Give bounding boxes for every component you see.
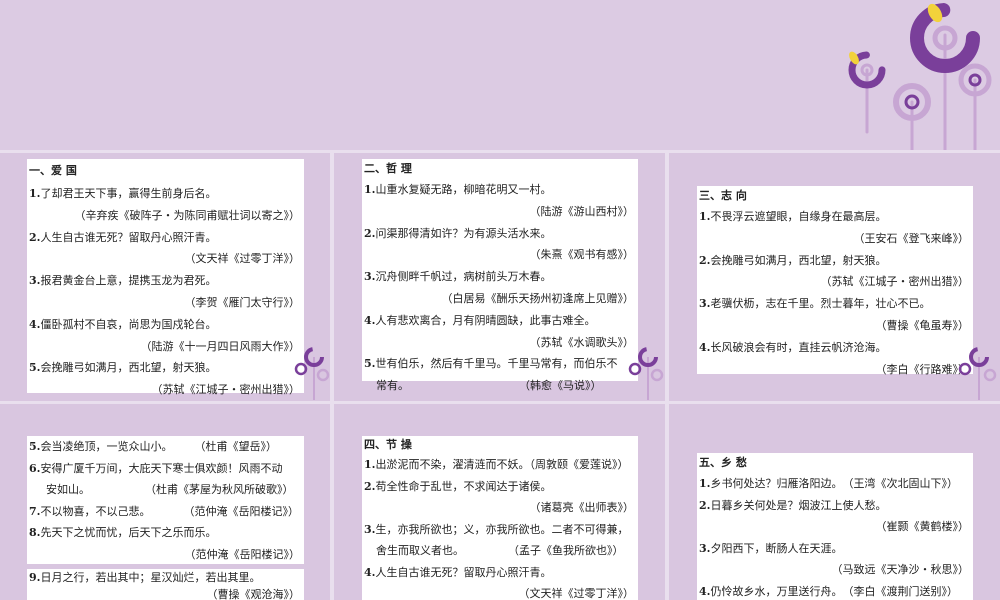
panel-philosophy: 二、哲 理 1.山重水复疑无路，柳暗花明又一村。 （陆游《游山西村》） 2.问渠… — [362, 159, 638, 392]
verse-source: （崔颢《黄鹤楼》） — [875, 520, 970, 533]
verse-line: 2.人生自古谁无死？留取丹心照汗青。 — [29, 230, 217, 244]
panel-integrity: 四、节 操 1.出淤泥而不染，濯清涟而不妖。（周敦颐《爱莲说》） 2.苟全性命于… — [362, 436, 638, 600]
flower-circle-decoration-icon — [628, 347, 664, 400]
section-heading: 四、节 操 — [364, 438, 412, 451]
verse-line: 8.先天下之忧而忧，后天下之乐而乐。 — [29, 526, 217, 539]
verse-line: 4.长风破浪会有时，直挂云帆济沧海。 — [699, 340, 887, 354]
verse-line: 1.不畏浮云遮望眼，自缘身在最高层。 — [699, 210, 887, 223]
verse-line: 2.苟全性命于乱世，不求闻达于诸侯。 — [364, 479, 552, 493]
verse-line: 4.人生自古谁无死？留取丹心照汗青。 — [364, 565, 552, 579]
flower-circle-decoration-icon — [958, 347, 997, 400]
row-divider-middle — [0, 401, 1000, 404]
verse-line: 安如山。 （杜甫《茅屋为秋风所破歌》） — [35, 483, 294, 496]
panel-aspiration-continued-lower: 9.日月之行，若出其中；星汉灿烂，若出其里。 （曹操《观沧海》） — [27, 569, 304, 600]
verse-line: 3.报君黄金台上意，提携玉龙为君死。 — [29, 274, 217, 288]
verse-line: 2.日暮乡关何处是？烟波江上使人愁。 — [699, 498, 887, 512]
verse-line: 2.会挽雕弓如满月，西北望，射天狼。 — [699, 253, 887, 267]
verse-source: （文天祥《过零丁洋》） — [518, 587, 635, 600]
flower-circle-decoration-icon — [294, 347, 330, 400]
verse-source: （朱熹《观书有感》） — [529, 248, 635, 262]
verse-line: 1.了却君王天下事，赢得生前身后名。 — [29, 187, 217, 200]
verse-source: （范仲淹《岳阳楼记》） — [184, 547, 301, 561]
verse-line: 1.山重水复疑无路，柳暗花明又一村。 — [364, 183, 552, 196]
verse-source: （李白《行路难》） — [875, 362, 970, 376]
verse-line: 1.乡书何处达？归雁洛阳边。 （王湾《次北固山下》） — [699, 477, 958, 490]
row-divider-top — [0, 150, 1000, 153]
verse-source: （曹操《观沧海》） — [206, 588, 301, 600]
verse-source: （辛弃疾《破阵子・为陈同甫赋壮词以寄之》） — [74, 208, 301, 222]
panel-patriotism: 一、爱 国 1.了却君王天下事，赢得生前身后名。 （辛弃疾《破阵子・为陈同甫赋壮… — [27, 159, 304, 396]
verse-line: 9.日月之行，若出其中；星汉灿烂，若出其里。 — [29, 571, 261, 584]
verse-line: 1.出淤泥而不染，濯清涟而不妖。（周敦颐《爱莲说》） — [364, 458, 629, 471]
verse-source: （苏轼《水调歌头》） — [529, 335, 635, 349]
verse-source: （陆游《游山西村》） — [529, 204, 635, 218]
verse-line: 5.世有伯乐，然后有千里马。千里马常有，而伯乐不 — [364, 357, 618, 371]
verse-line: 舍生而取义者也。 （孟子《鱼我所欲也》） — [376, 544, 624, 557]
verse-line: 5.会挽雕弓如满月，西北望，射天狼。 — [29, 361, 217, 375]
verse-line: 6.安得广厦千万间，大庇天下寒士俱欢颜！风雨不动 — [29, 461, 283, 475]
flower-circle-decoration-icon — [848, 3, 992, 150]
verse-line: 3.生，亦我所欲也；义，亦我所欲也。二者不可得兼， — [364, 522, 629, 536]
verse-line: 4.仍怜故乡水，万里送行舟。 （李白《渡荆门送别》） — [699, 584, 958, 598]
verse-source: （马致远《天净沙・秋思》） — [831, 563, 970, 576]
panel-aspiration-continued: 5.会当凌绝顶，一览众山小。 （杜甫《望岳》） 6.安得广厦千万间，大庇天下寒士… — [27, 436, 304, 564]
verse-source: （诸葛亮《出师表》） — [529, 501, 635, 514]
verse-source: （李贺《雁门太守行》） — [184, 295, 301, 309]
verse-line: 2.问渠那得清如许？为有源头活水来。 — [364, 226, 552, 240]
verse-line: 4.僵卧孤村不自哀，尚思为国戍轮台。 — [29, 317, 217, 331]
section-heading: 一、爱 国 — [29, 164, 77, 177]
verse-source: （文天祥《过零丁洋》） — [184, 252, 301, 266]
panel-homesickness: 五、乡 愁 1.乡书何处达？归雁洛阳边。 （王湾《次北固山下》） 2.日暮乡关何… — [697, 453, 973, 600]
verse-line: 3.老骥伏枥，志在千里。烈士暮年，壮心不已。 — [699, 297, 931, 311]
section-heading: 三、志 向 — [699, 189, 747, 202]
section-heading: 二、哲 理 — [364, 162, 412, 175]
section-heading: 五、乡 愁 — [699, 456, 747, 469]
verse-line: 5.会当凌绝顶，一览众山小。 （杜甫《望岳》） — [29, 440, 277, 453]
verse-source: （王安石《登飞来峰》） — [853, 231, 970, 245]
verse-line: 常有。 （韩愈《马说》） — [376, 379, 602, 393]
panel-aspiration: 三、志 向 1.不畏浮云遮望眼，自缘身在最高层。 （王安石《登飞来峰》） 2.会… — [697, 186, 973, 376]
verse-source: （陆游《十一月四日风雨大作》） — [140, 339, 301, 353]
verse-line: 7.不以物喜，不以己悲。 （范仲淹《岳阳楼记》） — [29, 504, 299, 518]
verse-source: （苏轼《江城子・密州出猎》） — [820, 275, 970, 289]
verse-source: （曹操《龟虽寿》） — [875, 318, 970, 332]
verse-line: 3.夕阳西下，断肠人在天涯。 — [699, 541, 843, 555]
verse-source: （苏轼《江城子・密州出猎》） — [151, 383, 301, 397]
verse-source: （白居易《酬乐天扬州初逢席上见赠》） — [441, 291, 635, 305]
verse-line: 4.人有悲欢离合，月有阴晴圆缺，此事古难全。 — [364, 313, 596, 327]
verse-line: 3.沉舟侧畔千帆过，病树前头万木春。 — [364, 270, 552, 284]
